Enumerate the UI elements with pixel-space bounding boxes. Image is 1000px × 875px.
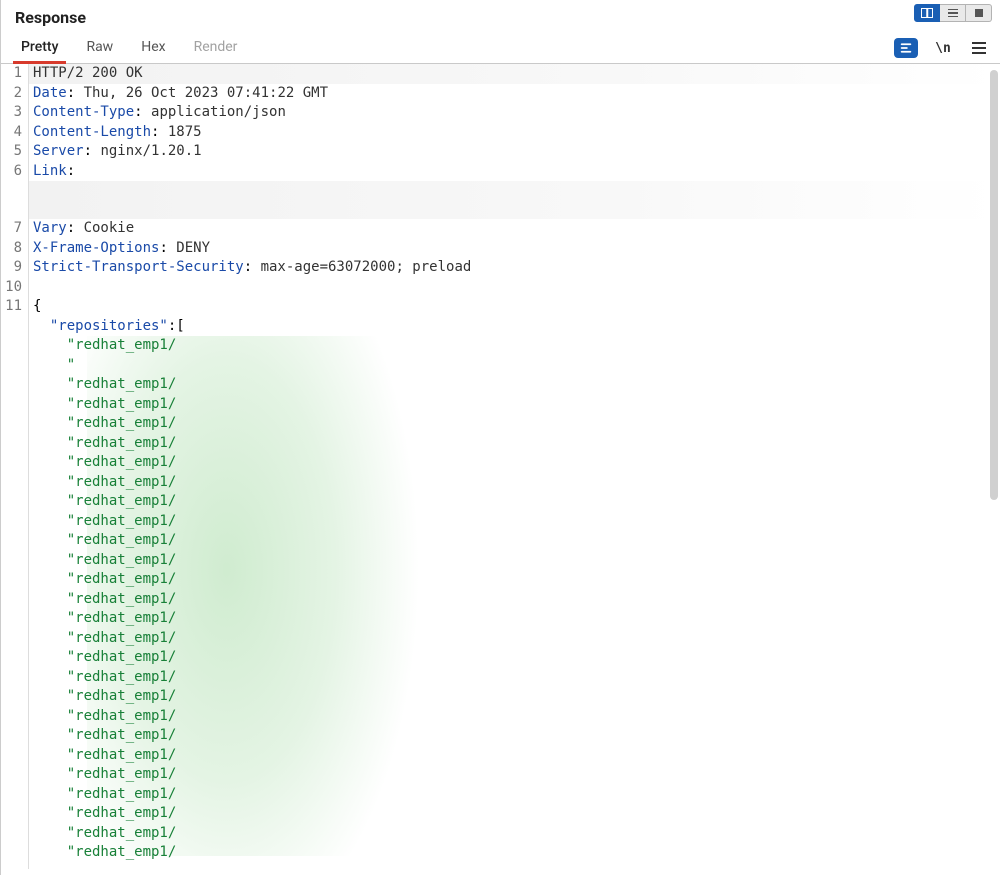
panel-title: Response [15,4,86,33]
response-body[interactable]: 1234567891011 HTTP/2 200 OKDate: Thu, 26… [1,64,1000,869]
scrollbar-track[interactable] [990,70,998,871]
square-icon [975,9,983,17]
hamburger-icon [972,42,986,54]
tab-raw[interactable]: Raw [72,33,127,63]
view-single-button[interactable] [966,4,992,22]
wrap-toggle[interactable]: \n [932,37,954,59]
view-mode-group [914,4,992,22]
menu-button[interactable] [968,37,990,59]
response-tabs: Pretty Raw Hex Render [1,33,251,63]
response-tools: \n [894,37,1000,59]
columns-icon [921,8,933,18]
beautify-button[interactable] [894,38,918,58]
view-columns-button[interactable] [914,4,940,22]
scrollbar-thumb[interactable] [990,70,998,500]
tab-render[interactable]: Render [180,33,252,63]
view-lines-button[interactable] [940,4,966,22]
tab-pretty[interactable]: Pretty [7,33,72,63]
lines-icon [948,9,958,18]
code-lines[interactable]: HTTP/2 200 OKDate: Thu, 26 Oct 2023 07:4… [29,64,1000,869]
beautify-icon [899,41,913,55]
line-gutter: 1234567891011 [1,64,29,869]
tab-hex[interactable]: Hex [127,33,179,63]
